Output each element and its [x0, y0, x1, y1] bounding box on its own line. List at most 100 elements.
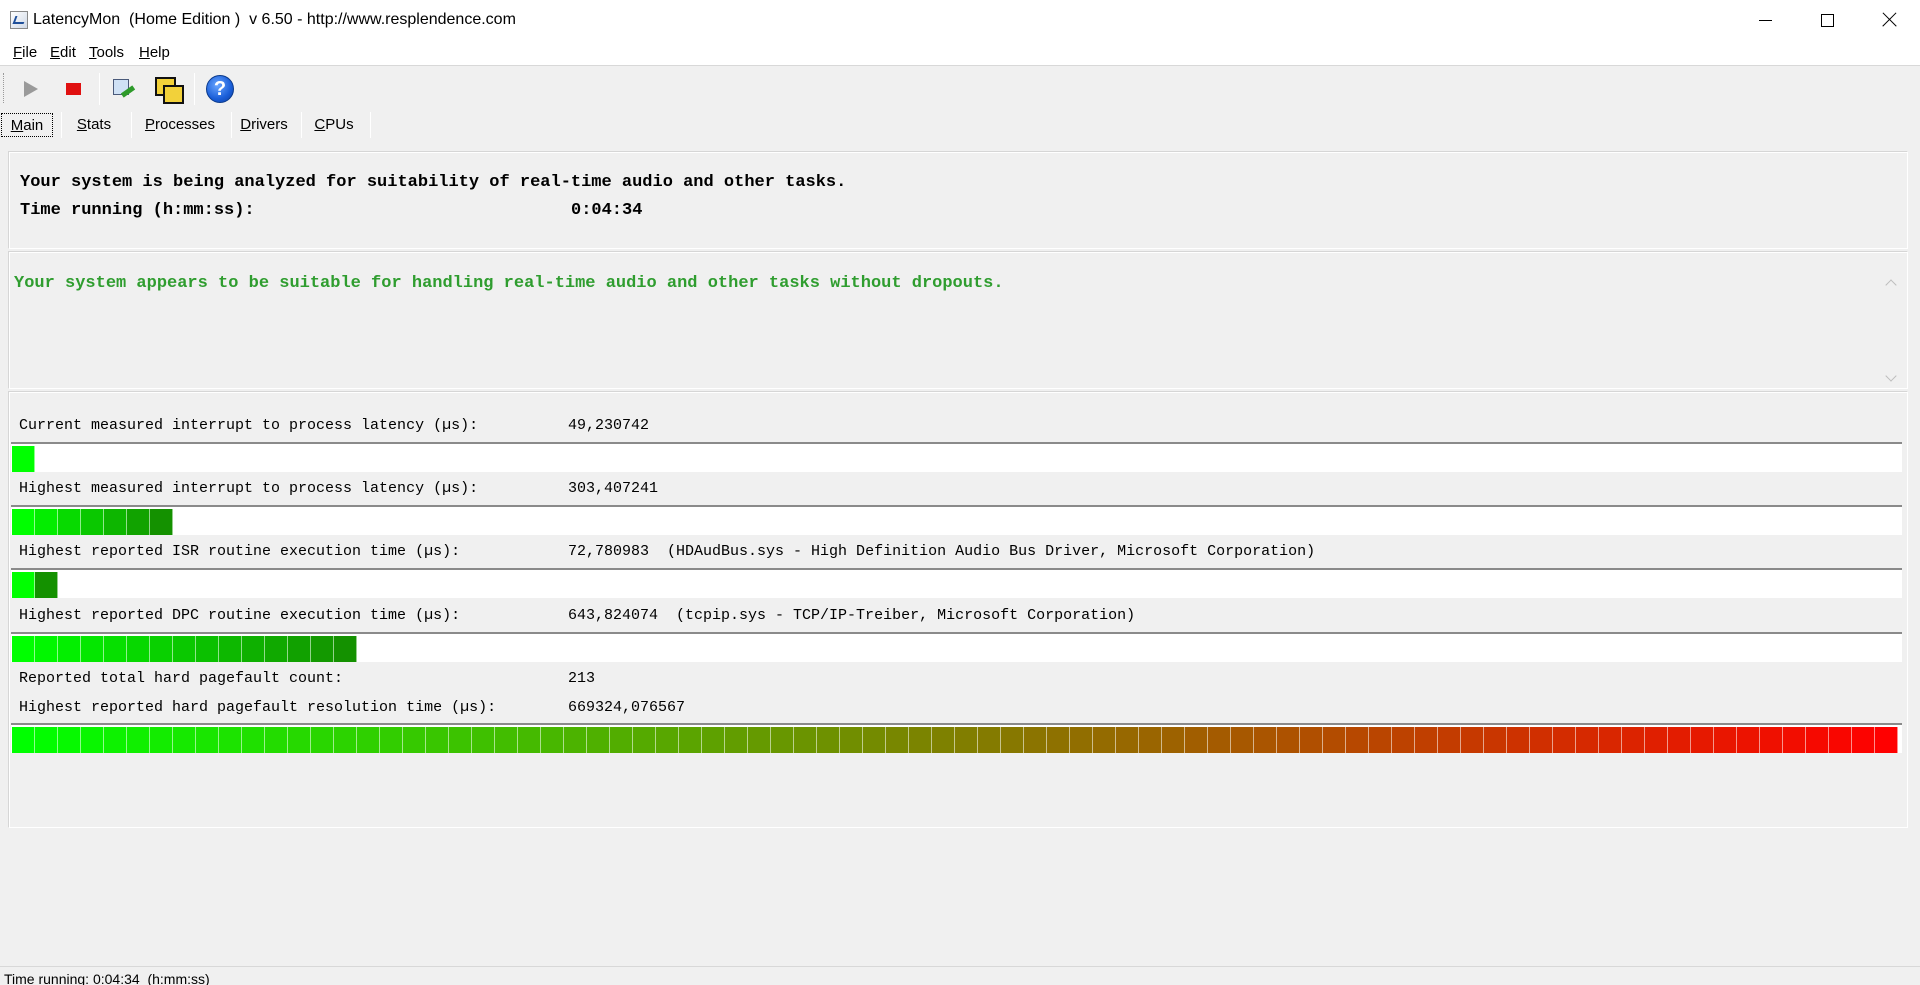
- analysis-status-panel: [8, 151, 1908, 249]
- bar-segment: [104, 509, 127, 535]
- bar-segment: [1553, 727, 1576, 753]
- bar-segment: [1001, 727, 1024, 753]
- bar-segment: [1116, 727, 1139, 753]
- menu-file[interactable]: File: [13, 44, 37, 61]
- toolbar-grip[interactable]: [3, 73, 6, 103]
- bar-segment: [104, 636, 127, 662]
- bar-segment: [771, 727, 794, 753]
- bar-segment: [1208, 727, 1231, 753]
- bar-segment: [1852, 727, 1875, 753]
- tab-separator: [61, 112, 62, 138]
- bar-segment: [1760, 727, 1783, 753]
- device-manager-button[interactable]: [107, 72, 141, 106]
- bar-segment: [12, 727, 35, 753]
- bar-segment: [472, 727, 495, 753]
- tab-separator: [231, 112, 232, 138]
- minimize-button[interactable]: [1734, 0, 1796, 40]
- bar-segment: [1024, 727, 1047, 753]
- tab-cpus[interactable]: CPUs: [307, 113, 361, 137]
- bar-segment: [702, 727, 725, 753]
- bar-segment: [150, 727, 173, 753]
- highest-dpc-driver: (tcpip.sys - TCP/IP-Treiber, Microsoft C…: [676, 607, 1136, 624]
- maximize-icon: [1820, 13, 1834, 27]
- close-icon: [1881, 12, 1897, 28]
- bar-segment: [150, 636, 173, 662]
- bar-segment: [840, 727, 863, 753]
- bar-segment: [12, 446, 35, 472]
- bar-segment: [265, 636, 288, 662]
- bar-segment: [725, 727, 748, 753]
- bar-segment: [311, 636, 334, 662]
- bar-segment: [679, 727, 702, 753]
- bar-segment: [1714, 727, 1737, 753]
- analysis-status-text: Your system is being analyzed for suitab…: [20, 173, 847, 192]
- bar-segment: [1047, 727, 1070, 753]
- tab-processes[interactable]: Processes: [138, 113, 222, 137]
- bar-segment: [173, 727, 196, 753]
- bar-fill: [12, 446, 35, 472]
- tab-separator: [131, 112, 132, 138]
- bar-segment: [1668, 727, 1691, 753]
- bar-segment: [127, 636, 150, 662]
- bar-segment: [35, 727, 58, 753]
- bar-fill: [12, 509, 173, 535]
- bar-segment: [610, 727, 633, 753]
- bar-segment: [403, 727, 426, 753]
- bar-segment: [35, 572, 58, 598]
- bar-segment: [380, 727, 403, 753]
- help-button[interactable]: ?: [203, 72, 237, 106]
- maximize-button[interactable]: [1796, 0, 1858, 40]
- menu-tools[interactable]: Tools: [89, 44, 124, 61]
- close-button[interactable]: [1858, 0, 1920, 40]
- pagefault-count-value: 213: [568, 670, 596, 687]
- minimize-icon: [1758, 19, 1772, 21]
- bar-segment: [219, 636, 242, 662]
- bar-segment: [587, 727, 610, 753]
- bar-segment: [1093, 727, 1116, 753]
- bar-segment: [1415, 727, 1438, 753]
- bar-segment: [1369, 727, 1392, 753]
- app-icon: [10, 11, 28, 29]
- menu-bar: File Edit Tools Help: [0, 40, 1920, 66]
- bar-segment: [863, 727, 886, 753]
- bar-segment: [1737, 727, 1760, 753]
- bar-segment: [633, 727, 656, 753]
- highest-isr-time-bar: [11, 568, 1902, 598]
- bar-segment: [334, 636, 357, 662]
- status-bar-text: Time running: 0:04:34 (h:mm:ss): [4, 971, 210, 985]
- scroll-down-icon[interactable]: [1885, 370, 1897, 382]
- help-icon: ?: [206, 75, 234, 103]
- menu-help[interactable]: Help: [139, 44, 170, 61]
- highest-dpc-time-value: 643,824074 (tcpip.sys - TCP/IP-Treiber, …: [568, 607, 1136, 624]
- highest-isr-time-label: Highest reported ISR routine execution t…: [19, 543, 461, 560]
- tab-drivers[interactable]: Drivers: [236, 113, 292, 137]
- verdict-text: Your system appears to be suitable for h…: [14, 274, 1004, 293]
- pagefault-count-label: Reported total hard pagefault count:: [19, 670, 344, 687]
- tab-stats[interactable]: Stats: [66, 113, 122, 137]
- verdict-scrollbar[interactable]: [1882, 276, 1902, 388]
- bar-segment: [564, 727, 587, 753]
- tab-main[interactable]: Main: [1, 113, 53, 137]
- bar-segment: [196, 636, 219, 662]
- bar-segment: [1231, 727, 1254, 753]
- title-bar: LatencyMon (Home Edition ) v 6.50 - http…: [0, 0, 1920, 40]
- window-title: LatencyMon (Home Edition ) v 6.50 - http…: [33, 11, 516, 28]
- tab-separator: [301, 112, 302, 138]
- stop-button[interactable]: [56, 72, 90, 106]
- bar-segment: [58, 509, 81, 535]
- bar-segment: [81, 727, 104, 753]
- bar-segment: [955, 727, 978, 753]
- bar-segment: [817, 727, 840, 753]
- stop-icon: [65, 83, 81, 95]
- bar-segment: [1185, 727, 1208, 753]
- highest-isr-time-value: 72,780983 (HDAudBus.sys - High Definitio…: [568, 543, 1316, 560]
- windows-button[interactable]: [151, 72, 185, 106]
- start-button[interactable]: [14, 72, 48, 106]
- menu-edit[interactable]: Edit: [50, 44, 76, 61]
- highest-interrupt-latency-bar: [11, 505, 1902, 535]
- bar-segment: [58, 636, 81, 662]
- scroll-up-icon[interactable]: [1885, 279, 1897, 291]
- bar-segment: [265, 727, 288, 753]
- bar-segment: [35, 509, 58, 535]
- bar-segment: [81, 509, 104, 535]
